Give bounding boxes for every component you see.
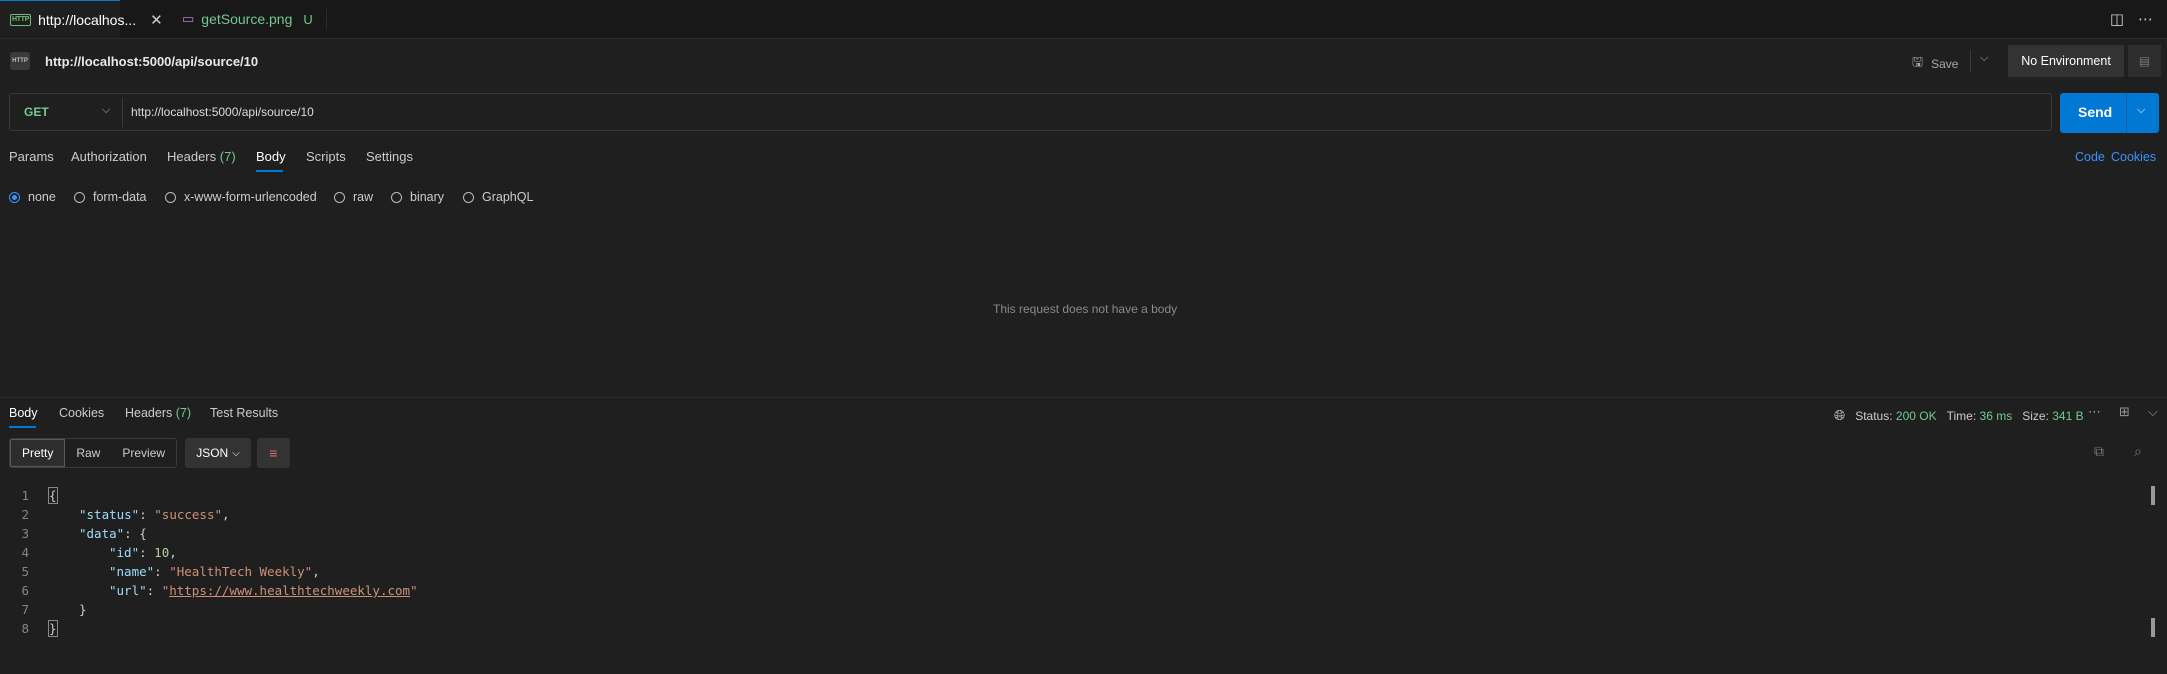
http-file-icon: HTTP: [10, 13, 32, 26]
untracked-status: U: [303, 11, 313, 27]
method-chevron-down-icon[interactable]: ⌵: [102, 104, 110, 117]
send-label: Send: [2078, 104, 2113, 120]
body-type-urlencoded[interactable]: x-www-form-urlencoded: [165, 190, 317, 204]
response-time: 36 ms: [1979, 408, 2013, 423]
save-icon: 🖫: [1912, 54, 1924, 69]
radio: [334, 191, 345, 203]
tab-authorization[interactable]: Authorization: [71, 149, 147, 164]
search-icon[interactable]: ⌕: [2134, 443, 2142, 460]
radio: [74, 191, 85, 203]
radio-selected: [9, 191, 20, 203]
response-tab-test-results[interactable]: Test Results: [210, 406, 278, 420]
code-line: 2 "status": "success",: [21, 507, 230, 522]
editor-tab-label: http://localhos...: [38, 11, 137, 28]
more-icon[interactable]: ⋯: [2088, 404, 2101, 420]
save-divider: [1970, 50, 1971, 72]
image-file-icon: ▭: [182, 11, 195, 26]
url-link[interactable]: https://www.healthtechweekly.com: [169, 583, 410, 598]
response-divider: [0, 397, 2167, 398]
environment-selector[interactable]: No Environment: [2008, 45, 2124, 77]
body-type-none[interactable]: none: [9, 190, 56, 204]
radio: [391, 191, 402, 203]
editor-tab-label: getSource.png: [201, 11, 293, 27]
view-pretty[interactable]: Pretty: [10, 439, 66, 467]
chevron-down-icon: ⌵: [232, 447, 240, 459]
code-line: 4 "id": 10,: [21, 545, 177, 560]
tab-divider: [326, 9, 327, 29]
code-line: 5 "name": "HealthTech Weekly",: [21, 564, 320, 579]
editor-tab-image[interactable]: ▭ getSource.png U: [172, 0, 326, 38]
globe-icon[interactable]: 🌐︎: [1834, 407, 1845, 424]
layout-icon[interactable]: ⊞: [2119, 404, 2130, 420]
response-tab-cookies[interactable]: Cookies: [59, 406, 104, 420]
radio: [463, 191, 474, 203]
code-line: 1{: [21, 487, 58, 504]
tab-body[interactable]: Body: [256, 149, 286, 164]
response-size: 341 B: [2052, 408, 2084, 423]
active-tab-indicator: [256, 170, 283, 172]
send-divider: [2126, 93, 2127, 133]
split-editor-icon[interactable]: ◫: [2110, 10, 2124, 28]
tab-params[interactable]: Params: [9, 149, 54, 164]
close-icon[interactable]: ✕: [150, 11, 163, 29]
save-options-chevron-down-icon[interactable]: ⌵: [1980, 52, 1988, 65]
active-tab-indicator: [9, 426, 36, 428]
response-tab-headers[interactable]: Headers (7): [125, 406, 191, 420]
response-body-code: 1{ 2 "status": "success", 3 "data": { 4 "id…: [0, 486, 418, 638]
tab-settings[interactable]: Settings: [366, 149, 413, 164]
status-code: 200 OK: [1895, 408, 1937, 423]
save-button[interactable]: 🖫 Save: [1912, 53, 1958, 75]
scrollbar-marker[interactable]: [2151, 618, 2155, 637]
editor-actions: ◫ ⋯: [2110, 10, 2153, 28]
send-options-chevron-down-icon[interactable]: ⌵: [2137, 104, 2145, 117]
method-select[interactable]: GET: [24, 105, 49, 119]
more-actions-icon[interactable]: ⋯: [2138, 10, 2153, 28]
url-bar: [9, 93, 2052, 131]
code-line: 8}: [21, 620, 58, 637]
view-mode-toggle: Pretty Raw Preview: [9, 438, 178, 468]
scrollbar-marker[interactable]: [2151, 486, 2155, 505]
response-actions: ⋯ ⊞ ⌵: [2088, 404, 2158, 420]
collapse-chevron-down-icon[interactable]: ⌵: [2148, 404, 2158, 420]
method-divider: [122, 98, 123, 127]
body-type-binary[interactable]: binary: [391, 190, 444, 204]
http-request-icon: HTTP: [10, 52, 30, 70]
body-type-raw[interactable]: raw: [334, 190, 373, 204]
no-body-message: This request does not have a body: [993, 302, 1178, 316]
environment-settings-icon[interactable]: ▤: [2128, 45, 2161, 77]
body-type-graphql[interactable]: GraphQL: [463, 190, 533, 204]
request-title: http://localhost:5000/api/source/10: [45, 54, 259, 69]
view-preview[interactable]: Preview: [111, 439, 176, 467]
tab-scripts[interactable]: Scripts: [306, 149, 346, 164]
wrap-lines-icon[interactable]: ≡: [257, 438, 290, 468]
code-line: 7}: [21, 602, 87, 617]
radio: [165, 191, 176, 203]
view-raw[interactable]: Raw: [65, 439, 111, 467]
format-select[interactable]: JSON ⌵: [185, 438, 251, 468]
code-line: 6 "url": "https://www.healthtechweekly.co…: [21, 583, 418, 598]
save-label: Save: [1931, 57, 1959, 71]
tab-headers[interactable]: Headers (7): [167, 149, 236, 164]
response-tab-body[interactable]: Body: [9, 406, 38, 420]
body-type-form-data[interactable]: form-data: [74, 190, 147, 204]
code-line: 3 "data": {: [21, 526, 147, 541]
editor-tab-request[interactable]: HTTP http://localhos... ✕: [0, 0, 163, 38]
cookies-link[interactable]: Cookies: [2111, 150, 2156, 164]
code-link[interactable]: Code: [2075, 150, 2105, 164]
url-input[interactable]: http://localhost:5000/api/source/10: [131, 105, 314, 119]
response-status: 🌐︎ Status: 200 OK Time: 36 ms Size: 341 …: [1834, 407, 2084, 424]
copy-icon[interactable]: ⧉: [2094, 443, 2104, 460]
